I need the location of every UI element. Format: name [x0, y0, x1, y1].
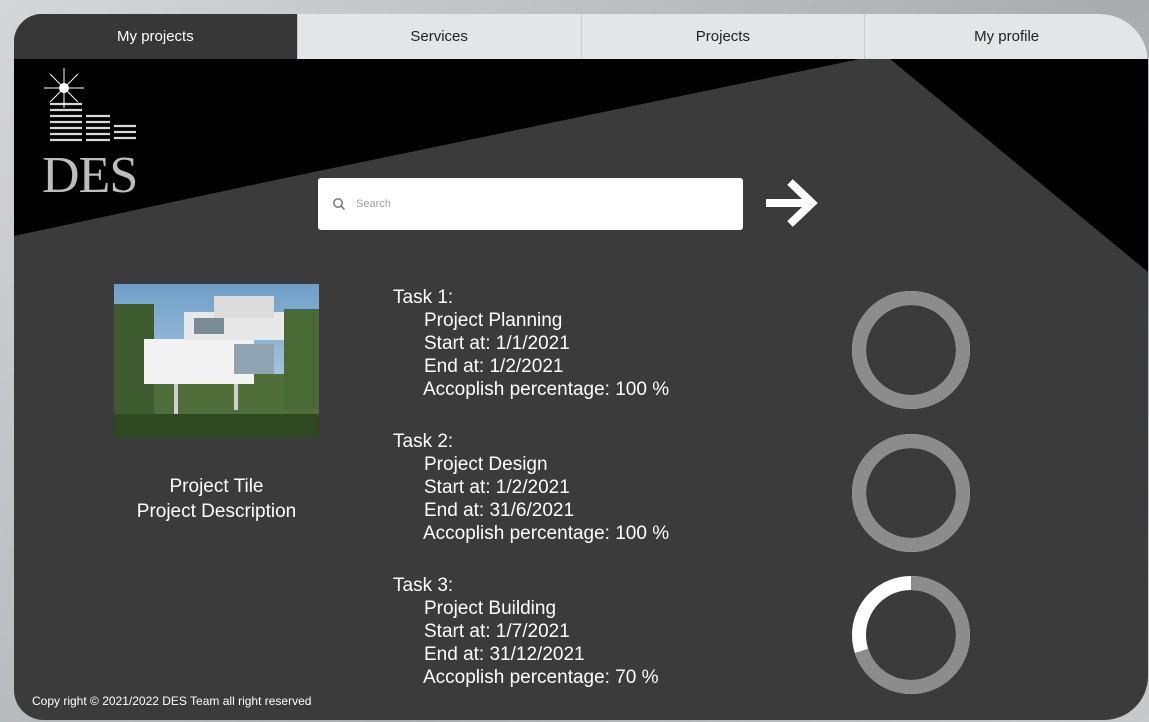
task-name: Project Planning	[424, 310, 563, 331]
task-item[interactable]: Task 3: Project Building Start at: 1/7/2…	[393, 574, 813, 718]
task-end: End at: 31/6/2021	[424, 500, 575, 521]
footer-copyright: Copy right © 2021/2022 DES Team all righ…	[32, 694, 312, 708]
task-heading: Task 3:	[393, 575, 454, 596]
progress-ring	[852, 291, 970, 409]
progress-ring-fill	[852, 434, 970, 552]
progress-ring-fill	[852, 291, 970, 409]
logo-text: DES	[42, 147, 138, 204]
progress-ring	[852, 576, 970, 694]
task-percentage: Accoplish percentage: 100 %	[423, 379, 670, 400]
project-description: Project Description	[136, 501, 297, 522]
task-item[interactable]: Task 2: Project Design Start at: 1/2/202…	[393, 430, 813, 574]
nav-my-projects[interactable]: My projects	[14, 14, 298, 59]
project-title[interactable]: Project Tile	[94, 474, 339, 499]
project-info: Project Tile Project Description	[94, 474, 339, 524]
des-logo[interactable]: DES	[36, 64, 156, 204]
task-name: Project Design	[424, 454, 548, 475]
search-icon	[333, 198, 345, 210]
task-start: Start at: 1/2/2021	[424, 477, 570, 498]
task-list: Task 1: Project Planning Start at: 1/1/2…	[393, 286, 813, 718]
task-name: Project Building	[424, 598, 557, 619]
nav-my-profile[interactable]: My profile	[865, 14, 1148, 59]
task-percentage: Accoplish percentage: 70 %	[423, 667, 659, 688]
app-screen: My projects Services Projects My profile	[14, 14, 1148, 720]
task-end: End at: 31/12/2021	[424, 644, 585, 665]
task-heading: Task 1:	[393, 287, 454, 308]
nav-projects[interactable]: Projects	[581, 14, 866, 59]
task-start: Start at: 1/7/2021	[424, 621, 570, 642]
task-end: End at: 1/2/2021	[424, 356, 564, 377]
search-input[interactable]	[354, 197, 718, 211]
nav-services[interactable]: Services	[297, 14, 582, 59]
project-image[interactable]	[114, 284, 319, 437]
task-item[interactable]: Task 1: Project Planning Start at: 1/1/2…	[393, 286, 813, 430]
top-nav: My projects Services Projects My profile	[14, 14, 1148, 59]
arrow-right-icon[interactable]	[762, 176, 820, 230]
building-logo-icon	[44, 68, 136, 142]
task-start: Start at: 1/1/2021	[424, 333, 570, 354]
progress-ring	[852, 434, 970, 552]
task-heading: Task 2:	[393, 431, 454, 452]
search-bar[interactable]	[318, 178, 743, 230]
task-percentage: Accoplish percentage: 100 %	[423, 523, 670, 544]
